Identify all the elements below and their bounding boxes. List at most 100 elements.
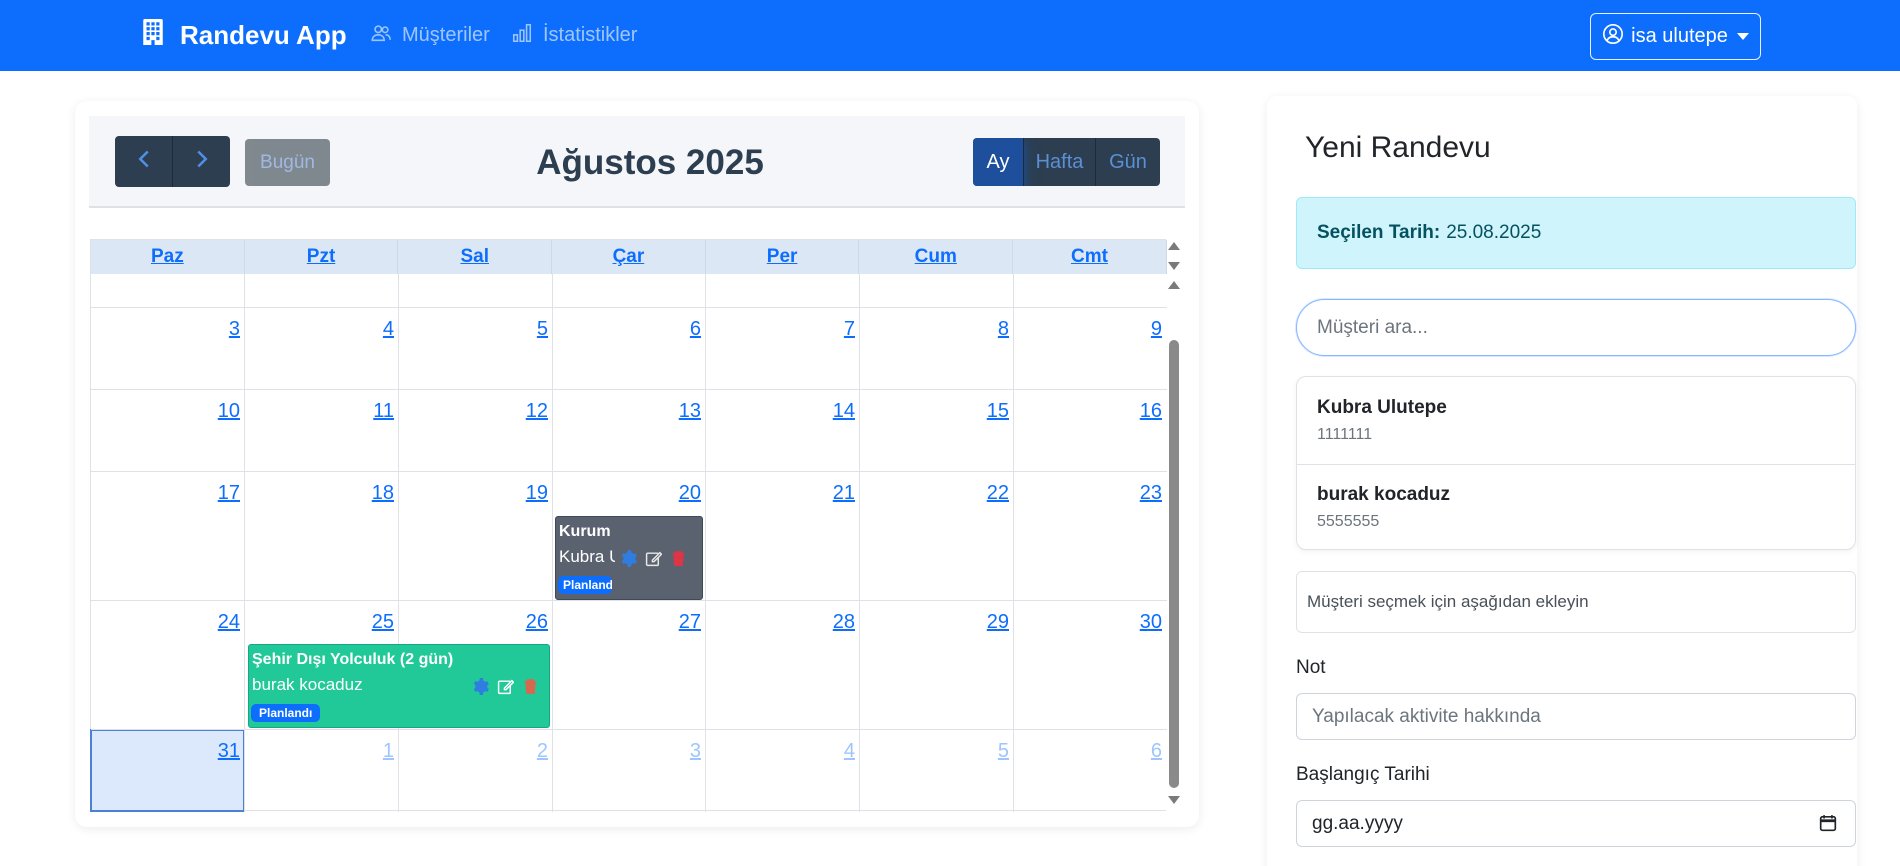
user-menu-button[interactable]: isa ulutepe: [1590, 13, 1761, 60]
view-switcher: Ay Hafta Gün: [973, 138, 1160, 186]
navbar: Randevu App Müşteriler İstatistikler isa…: [0, 0, 1900, 71]
day-number[interactable]: 14: [815, 400, 855, 423]
customer-phone: 5555555: [1317, 513, 1380, 530]
weekday-header-cell[interactable]: Pzt: [245, 240, 399, 274]
day-number[interactable]: 6: [661, 318, 701, 341]
day-number[interactable]: 10: [200, 400, 240, 423]
scroll-down-arrow-icon[interactable]: [1168, 262, 1180, 270]
day-number[interactable]: 4: [354, 318, 394, 341]
next-month-button[interactable]: [172, 136, 230, 187]
row-divider: [91, 471, 1167, 472]
bar-chart-icon: [511, 22, 533, 50]
customer-search-input[interactable]: Müşteri ara...: [1296, 299, 1856, 356]
people-icon: [370, 22, 392, 50]
day-number[interactable]: 28: [815, 611, 855, 634]
day-number[interactable]: 1: [354, 740, 394, 763]
calendar-nav-group: [115, 136, 230, 187]
weekday-header-cell[interactable]: Cmt: [1013, 240, 1167, 274]
column-divider: [398, 274, 399, 812]
day-number[interactable]: 5: [508, 318, 548, 341]
note-input[interactable]: Yapılacak aktivite hakkında: [1296, 693, 1856, 740]
chevron-right-icon: [195, 149, 209, 174]
view-month-button[interactable]: Ay: [973, 138, 1023, 186]
day-number[interactable]: 11: [354, 400, 394, 423]
day-number[interactable]: 26: [508, 611, 548, 634]
day-number[interactable]: 30: [1122, 611, 1162, 634]
weekday-header-cell[interactable]: Cum: [859, 240, 1014, 274]
start-date-input[interactable]: gg.aa.yyyy: [1296, 800, 1856, 847]
day-number[interactable]: 19: [508, 482, 548, 505]
day-number[interactable]: 23: [1122, 482, 1162, 505]
selected-date-alert: Seçilen Tarih: 25.08.2025: [1296, 197, 1856, 269]
calendar-icon[interactable]: [1819, 814, 1837, 833]
trash-icon[interactable]: [522, 678, 539, 700]
day-number[interactable]: 4: [815, 740, 855, 763]
day-number[interactable]: 12: [508, 400, 548, 423]
day-number[interactable]: 18: [354, 482, 394, 505]
customer-list-item[interactable]: burak kocaduz 5555555: [1297, 464, 1855, 549]
calendar-event[interactable]: Kurum Kubra U Planlandı: [555, 516, 703, 600]
trash-icon[interactable]: [670, 550, 687, 572]
chevron-left-icon: [137, 149, 151, 174]
weekday-header-cell[interactable]: Per: [706, 240, 860, 274]
user-name: isa ulutepe: [1631, 25, 1728, 47]
day-number[interactable]: 7: [815, 318, 855, 341]
nav-link-label: İstatistikler: [543, 24, 638, 46]
day-number[interactable]: 25: [354, 611, 394, 634]
customer-hint: Müşteri seçmek için aşağıdan ekleyin: [1296, 571, 1856, 633]
nav-link-customers[interactable]: Müşteriler: [370, 0, 490, 71]
panel-title: Yeni Randevu: [1305, 131, 1491, 164]
day-number[interactable]: 5: [969, 740, 1009, 763]
note-label: Not: [1296, 657, 1326, 678]
day-number[interactable]: 29: [969, 611, 1009, 634]
day-number[interactable]: 22: [969, 482, 1009, 505]
day-number[interactable]: 9: [1122, 318, 1162, 341]
brand[interactable]: Randevu App: [140, 0, 347, 71]
scroll-up-arrow-icon[interactable]: [1168, 242, 1180, 250]
day-number[interactable]: 15: [969, 400, 1009, 423]
gear-icon[interactable]: [472, 678, 489, 700]
selected-date-label: Seçilen Tarih:: [1317, 222, 1441, 243]
today-button[interactable]: Bugün: [245, 139, 330, 186]
customer-phone: 1111111: [1317, 426, 1373, 443]
day-number[interactable]: 3: [200, 318, 240, 341]
weekday-header-cell[interactable]: Paz: [91, 240, 245, 274]
nav-link-label: Müşteriler: [402, 24, 490, 46]
day-number[interactable]: 2: [508, 740, 548, 763]
row-divider: [91, 729, 1167, 730]
scrollbar-thumb[interactable]: [1169, 340, 1179, 788]
day-number[interactable]: 20: [661, 482, 701, 505]
day-number[interactable]: 3: [661, 740, 701, 763]
scroll-up-arrow-icon[interactable]: [1168, 281, 1180, 289]
customer-list: Kubra Ulutepe 1111111 burak kocaduz 5555…: [1296, 376, 1856, 550]
prev-month-button[interactable]: [115, 136, 172, 187]
gear-icon[interactable]: [620, 550, 637, 572]
start-date-value: gg.aa.yyyy: [1312, 812, 1403, 834]
day-number[interactable]: 8: [969, 318, 1009, 341]
event-actions: [472, 678, 539, 700]
day-number[interactable]: 31: [200, 740, 240, 763]
weekday-header: Paz Pzt Sal Çar Per Cum Cmt: [91, 240, 1167, 274]
day-number[interactable]: 6: [1122, 740, 1162, 763]
calendar-event[interactable]: Şehir Dışı Yolculuk (2 gün) burak kocadu…: [248, 644, 550, 728]
day-number[interactable]: 24: [200, 611, 240, 634]
edit-icon[interactable]: [645, 550, 663, 572]
column-divider: [552, 274, 553, 812]
calendar-title: Ağustos 2025: [536, 143, 764, 182]
day-number[interactable]: 21: [815, 482, 855, 505]
day-number[interactable]: 27: [661, 611, 701, 634]
day-number[interactable]: 13: [661, 400, 701, 423]
view-day-button[interactable]: Gün: [1095, 138, 1160, 186]
day-number[interactable]: 16: [1122, 400, 1162, 423]
event-title: Şehir Dışı Yolculuk (2 gün): [252, 651, 454, 668]
view-week-button[interactable]: Hafta: [1023, 138, 1095, 186]
weekday-header-cell[interactable]: Sal: [398, 240, 553, 274]
customer-list-item[interactable]: Kubra Ulutepe 1111111: [1297, 377, 1855, 464]
nav-link-statistics[interactable]: İstatistikler: [511, 0, 637, 71]
column-divider: [1013, 274, 1014, 812]
weekday-header-cell[interactable]: Çar: [552, 240, 706, 274]
day-number[interactable]: 17: [200, 482, 240, 505]
scroll-down-arrow-icon[interactable]: [1168, 796, 1180, 804]
event-title: Kurum: [559, 523, 611, 540]
edit-icon[interactable]: [497, 678, 515, 700]
